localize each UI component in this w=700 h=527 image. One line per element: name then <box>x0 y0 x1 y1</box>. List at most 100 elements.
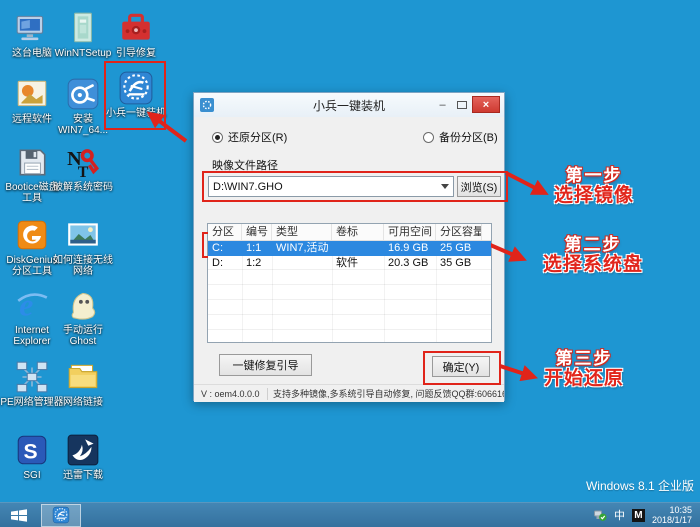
maximize-button[interactable] <box>453 96 470 113</box>
table-row[interactable]: D: 1:2 软件 20.3 GB 35 GB <box>208 256 491 271</box>
desktop-icon-thunder-download[interactable]: 迅雷下载 <box>51 432 115 481</box>
repair-boot-button[interactable]: 一键修复引导 <box>219 354 312 376</box>
windows-version-watermark: Windows 8.1 企业版 <box>585 479 694 493</box>
desktop-icon-label: WinNTSetup <box>54 48 112 59</box>
table-cell: C: <box>212 242 223 254</box>
desktop-icon-crack-password[interactable]: N T 破解系统密码 <box>51 144 115 193</box>
diskgenius-icon <box>14 217 50 253</box>
desktop-icon-label: 小兵一键装机 <box>106 108 166 119</box>
winntsetup-icon <box>65 10 101 46</box>
wireless-help-icon <box>65 217 101 253</box>
table-cell: 软件 <box>336 257 358 269</box>
table-cell: WIN7,活动 <box>276 242 329 254</box>
internet-explorer-icon: e <box>14 287 50 323</box>
screen: 这台电脑 WinNTSetup 引导修复 远程软件 安装 WIN7_64... 小兵一键装机… <box>0 0 700 527</box>
table-cell: 25 GB <box>440 242 472 254</box>
column-header[interactable]: 卷标 <box>332 224 384 240</box>
annotation-step-1: 第一步 选择镜像 <box>536 166 652 206</box>
desktop-icon-wireless-help[interactable]: 如何连接无线 网络 <box>51 217 115 277</box>
clock-date: 2018/1/17 <box>651 515 692 525</box>
arrow-step3 <box>499 364 538 382</box>
desktop-icon-label: SGI <box>23 470 41 481</box>
image-path-combobox[interactable]: D:\WIN7.GHO <box>208 176 454 197</box>
minimize-button[interactable]: – <box>434 96 451 113</box>
desktop-icon-xiaobing-installer[interactable]: 小兵一键装机 <box>104 70 168 119</box>
table-cell: 16.9 GB <box>388 242 429 254</box>
restore-partition-radio[interactable]: 还原分区(R) <box>212 129 287 145</box>
sgi-icon: S <box>14 432 50 468</box>
table-header-row: 分区 编号 类型 卷标 可用空间 分区容量 <box>208 224 491 241</box>
start-button[interactable] <box>0 503 38 527</box>
desktop-icon-label: 如何连接无线 网络 <box>53 255 113 277</box>
column-header[interactable]: 可用空间 <box>384 224 436 240</box>
table-cell: 20.3 GB <box>388 257 429 269</box>
column-header[interactable]: 编号 <box>242 224 272 240</box>
version-text: V : oem4.0.0.0 <box>194 387 268 400</box>
backup-partition-radio[interactable]: 备份分区(B) <box>423 129 498 145</box>
remote-software-icon <box>14 76 50 112</box>
close-button[interactable]: × <box>472 96 500 113</box>
table-cell: 1:1 <box>246 242 262 254</box>
ime-mode-icon[interactable]: M <box>631 508 645 522</box>
app-logo-icon <box>200 98 214 112</box>
tray-clock[interactable]: 10:35 2018/1/17 <box>652 505 692 525</box>
chevron-down-icon <box>441 184 449 189</box>
maximize-icon <box>456 100 467 109</box>
table-cell <box>332 241 384 256</box>
desktop-icon-label: 引导修复 <box>116 48 156 59</box>
desktop-icon-label: 迅雷下载 <box>63 470 103 481</box>
column-header[interactable]: 分区容量 <box>436 224 482 240</box>
table-cell: 1:2 <box>246 257 262 269</box>
bootice-icon <box>14 144 50 180</box>
restore-partition-label: 还原分区(R) <box>228 132 288 144</box>
desktop-icon-label: Internet Explorer <box>13 325 51 347</box>
table-cell: D: <box>212 257 223 269</box>
installer-dialog: 小兵一键装机 – × 还原分区(R) 备份分区(B) 映像文件路径 D:\WIN… <box>193 92 505 402</box>
thunder-download-icon <box>65 432 101 468</box>
annotation-step-3: 第三步 开始还原 <box>522 349 646 389</box>
desktop-icon-label: 安装 WIN7_64... <box>57 114 109 136</box>
radio-selected-icon <box>212 131 223 143</box>
annotation-step-label: 第一步 <box>565 166 623 185</box>
dialog-titlebar[interactable]: 小兵一键装机 – × <box>194 93 504 117</box>
annotation-action-label: 开始还原 <box>543 368 624 390</box>
desktop-icon-label: 手动运行 Ghost <box>63 325 103 347</box>
desktop-icon-boot-repair[interactable]: 引导修复 <box>104 10 168 59</box>
table-row[interactable]: C: 1:1 WIN7,活动 16.9 GB 25 GB <box>208 241 491 256</box>
taskbar: 中 M 10:35 2018/1/17 <box>0 502 700 527</box>
ime-language-indicator[interactable]: 中 <box>614 507 625 523</box>
image-path-label: 映像文件路径 <box>212 160 278 172</box>
dialog-statusbar: V : oem4.0.0.0 支持多种镜像,多系统引导自动修复, 问题反馈QQ群… <box>194 384 504 402</box>
xiaobing-installer-icon <box>118 70 154 106</box>
column-header[interactable]: 类型 <box>272 224 332 240</box>
desktop-icon-label: DiskGenius 分区工具 <box>6 255 58 277</box>
pe-network-manager-icon <box>14 359 50 395</box>
desktop-icon-run-ghost[interactable]: 手动运行 Ghost <box>51 287 115 347</box>
taskbar-app-xiaobing[interactable] <box>41 503 81 527</box>
image-path-value: D:\WIN7.GHO <box>213 180 283 193</box>
network-links-icon <box>65 359 101 395</box>
safely-remove-hardware-icon[interactable] <box>593 508 607 522</box>
arrow-step1 <box>505 171 549 195</box>
svg-text:S: S <box>24 440 38 463</box>
desktop-icon-network-links[interactable]: 网络链接 <box>51 359 115 408</box>
browse-button[interactable]: 浏览(S) <box>457 176 501 197</box>
install-win7-icon <box>65 76 101 112</box>
annotation-step-2: 第二步 选择系统盘 <box>526 235 660 275</box>
clock-time: 10:35 <box>669 505 692 515</box>
annotation-action-label: 选择镜像 <box>553 185 634 207</box>
combobox-dropdown-button[interactable] <box>437 184 453 189</box>
windows-logo-icon <box>11 508 27 522</box>
ok-button[interactable]: 确定(Y) <box>432 356 490 377</box>
table-cell <box>272 256 332 271</box>
run-ghost-icon <box>65 287 101 323</box>
annotation-step-label: 第二步 <box>564 235 622 254</box>
crack-password-icon: NT <box>65 144 101 180</box>
partition-table: 分区 编号 类型 卷标 可用空间 分区容量 C: 1:1 WIN7,活动 16.9 GB 25 GB… <box>207 223 492 343</box>
boot-repair-icon <box>118 10 154 46</box>
column-header[interactable]: 分区 <box>208 224 242 240</box>
status-message: 支持多种镜像,多系统引导自动修复, 问题反馈QQ群:606616468 <box>273 389 504 399</box>
desktop-icon-label: 网络链接 <box>63 397 103 408</box>
radio-unselected-icon <box>423 131 434 143</box>
svg-text:e: e <box>19 288 33 323</box>
